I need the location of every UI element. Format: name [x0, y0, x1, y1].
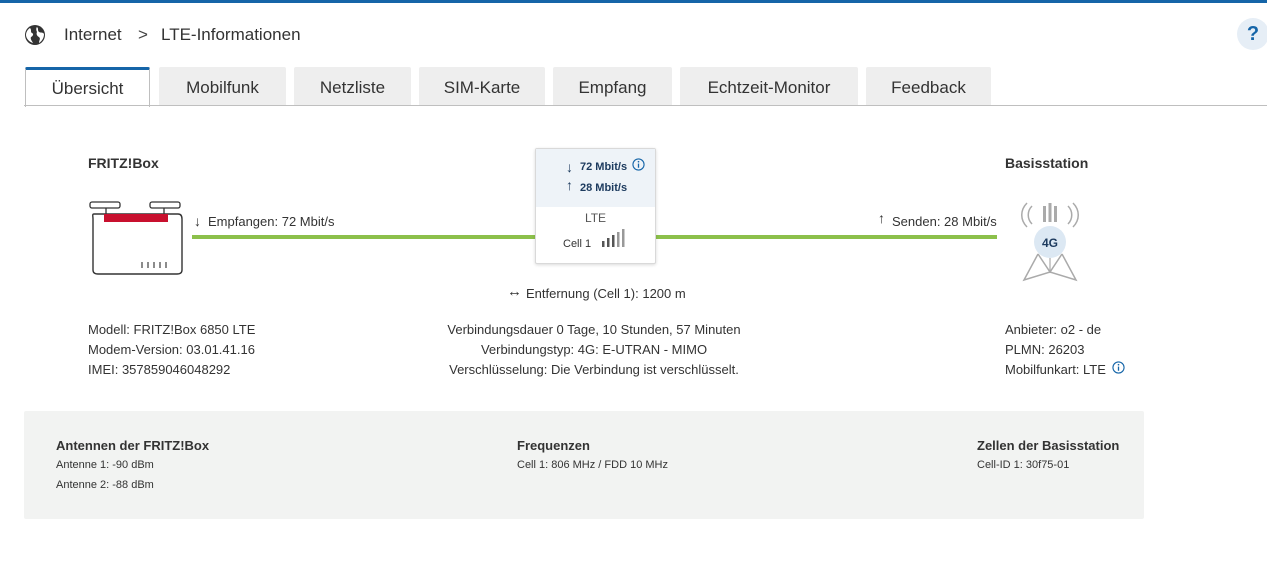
- device-model: Modell: FRITZ!Box 6850 LTE: [88, 322, 256, 337]
- tab-feedback[interactable]: Feedback: [866, 67, 991, 105]
- link-line-left: [192, 235, 535, 239]
- globe-icon: [25, 25, 45, 45]
- tab-empfang[interactable]: Empfang: [553, 67, 672, 105]
- connection-type: Verbindungstyp: 4G: E-UTRAN - MIMO: [480, 342, 708, 357]
- connection-box: ↓ 72 Mbit/s ↑ 28 Mbit/s LTE Cell 1: [535, 148, 656, 264]
- provider: Anbieter: o2 - de: [1005, 322, 1102, 337]
- radio-type: Mobilfunkart: LTE: [1005, 362, 1106, 377]
- frequency-cell-1: Cell 1: 806 MHz / FDD 10 MHz: [517, 459, 668, 471]
- distance: Entfernung (Cell 1): 1200 m: [526, 286, 686, 301]
- tab-echtzeit-monitor[interactable]: Echtzeit-Monitor: [680, 67, 858, 105]
- breadcrumb-current: LTE-Informationen: [161, 25, 301, 44]
- cell-id-1: Cell-ID 1: 30f75-01: [977, 459, 1070, 471]
- receive-speed: Empfangen: 72 Mbit/s: [208, 214, 335, 229]
- plmn: PLMN: 26203: [1005, 342, 1085, 357]
- imei: IMEI: 357859046048292: [88, 362, 231, 377]
- antenna-1: Antenne 1: -90 dBm: [56, 459, 154, 471]
- router-icon: [89, 201, 183, 275]
- link-technology: LTE: [584, 211, 607, 225]
- arrow-down-icon: ↓: [566, 159, 573, 175]
- cell-label: Cell 1: [563, 238, 592, 250]
- upstream-speed: 28 Mbit/s: [580, 182, 628, 194]
- antennas-title: Antennen der FRITZ!Box: [56, 438, 210, 453]
- breadcrumb-separator: >: [138, 25, 148, 44]
- frequencies-title: Frequenzen: [517, 438, 590, 453]
- tab-baseline: [24, 105, 1267, 106]
- station-title: Basisstation: [1005, 155, 1089, 171]
- signal-bars-icon: [602, 229, 625, 247]
- breadcrumb-internet[interactable]: Internet: [64, 24, 122, 46]
- info-icon[interactable]: [632, 158, 645, 171]
- link-line-right: [654, 235, 997, 239]
- tab-netzliste[interactable]: Netzliste: [294, 67, 411, 105]
- device-title: FRITZ!Box: [88, 155, 159, 171]
- connection-duration: Verbindungsdauer 0 Tage, 10 Stunden, 57 …: [447, 322, 741, 337]
- info-icon[interactable]: [1112, 361, 1125, 374]
- arrow-down-icon: ↓: [194, 213, 201, 229]
- downstream-speed: 72 Mbit/s: [580, 161, 628, 173]
- antenna-2: Antenne 2: -88 dBm: [56, 479, 154, 491]
- arrow-up-icon: ↑: [566, 177, 573, 193]
- send-speed: Senden: 28 Mbit/s: [892, 214, 997, 229]
- tab-uebersicht[interactable]: Übersicht: [25, 67, 150, 107]
- encryption-status: Verschlüsselung: Die Verbindung ist vers…: [449, 362, 739, 377]
- cells-title: Zellen der Basisstation: [977, 438, 1120, 453]
- modem-version: Modem-Version: 03.01.41.16: [88, 342, 255, 357]
- tab-mobilfunk[interactable]: Mobilfunk: [159, 67, 286, 105]
- tab-sim-karte[interactable]: SIM-Karte: [419, 67, 545, 105]
- 4g-badge: 4G: [1041, 236, 1058, 250]
- help-button[interactable]: ?: [1237, 18, 1267, 50]
- arrow-up-icon: ↑: [878, 210, 885, 226]
- distance-arrows-icon: ↔: [507, 283, 522, 300]
- top-accent-bar: [0, 0, 1267, 3]
